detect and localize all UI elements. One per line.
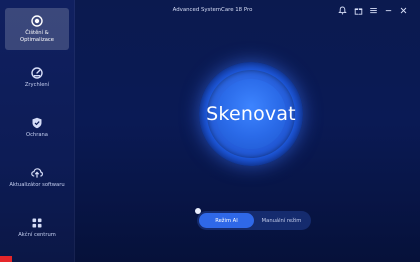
sidebar-item-label: Akční centrum bbox=[18, 232, 56, 239]
sidebar-item-label: Čištění & Optimalizace bbox=[20, 30, 54, 43]
mode-toggle: Režim AI Manuální režim bbox=[195, 208, 311, 230]
sidebar: Čištění & Optimalizace Zrychlení Ochrana… bbox=[0, 0, 75, 262]
sidebar-item-cleaning[interactable]: Čištění & Optimalizace bbox=[5, 8, 69, 50]
info-dot-icon bbox=[195, 208, 201, 214]
app-title: Advanced SystemCare 18 Pro bbox=[172, 7, 253, 13]
sidebar-item-label: Zrychlení bbox=[24, 82, 50, 89]
menu-icon[interactable] bbox=[369, 6, 378, 15]
main-panel: Advanced SystemCare 18 Pro Skenovat Reži… bbox=[75, 0, 420, 262]
gift-icon[interactable] bbox=[354, 6, 363, 15]
sidebar-item-label: Aktualizátor softwaru bbox=[9, 182, 65, 189]
sidebar-item-protection[interactable]: Ochrana bbox=[5, 106, 69, 150]
broom-icon bbox=[31, 15, 43, 27]
scan-label: Skenovat bbox=[206, 103, 296, 125]
scan-button-wrapper: Skenovat bbox=[199, 62, 303, 166]
close-icon[interactable] bbox=[399, 6, 408, 15]
app-window: Čištění & Optimalizace Zrychlení Ochrana… bbox=[0, 0, 420, 262]
bell-icon[interactable] bbox=[338, 6, 347, 15]
manual-mode-button[interactable]: Manuální režim bbox=[254, 213, 309, 228]
grid-icon bbox=[32, 218, 42, 228]
sidebar-item-speedup[interactable]: Zrychlení bbox=[5, 56, 69, 100]
sidebar-item-software-updater[interactable]: Aktualizátor softwaru bbox=[5, 156, 69, 200]
cloud-upload-icon bbox=[31, 168, 43, 178]
shield-icon bbox=[32, 118, 42, 129]
scan-button[interactable]: Skenovat bbox=[206, 79, 296, 149]
sidebar-item-label: Ochrana bbox=[25, 132, 48, 139]
brand-corner-mark bbox=[0, 256, 12, 262]
titlebar: Advanced SystemCare 18 Pro bbox=[75, 0, 420, 20]
speedometer-icon bbox=[31, 67, 43, 79]
sidebar-item-action-center[interactable]: Akční centrum bbox=[5, 206, 69, 250]
minimize-icon[interactable] bbox=[384, 6, 393, 15]
ai-mode-button[interactable]: Režim AI bbox=[199, 213, 254, 228]
